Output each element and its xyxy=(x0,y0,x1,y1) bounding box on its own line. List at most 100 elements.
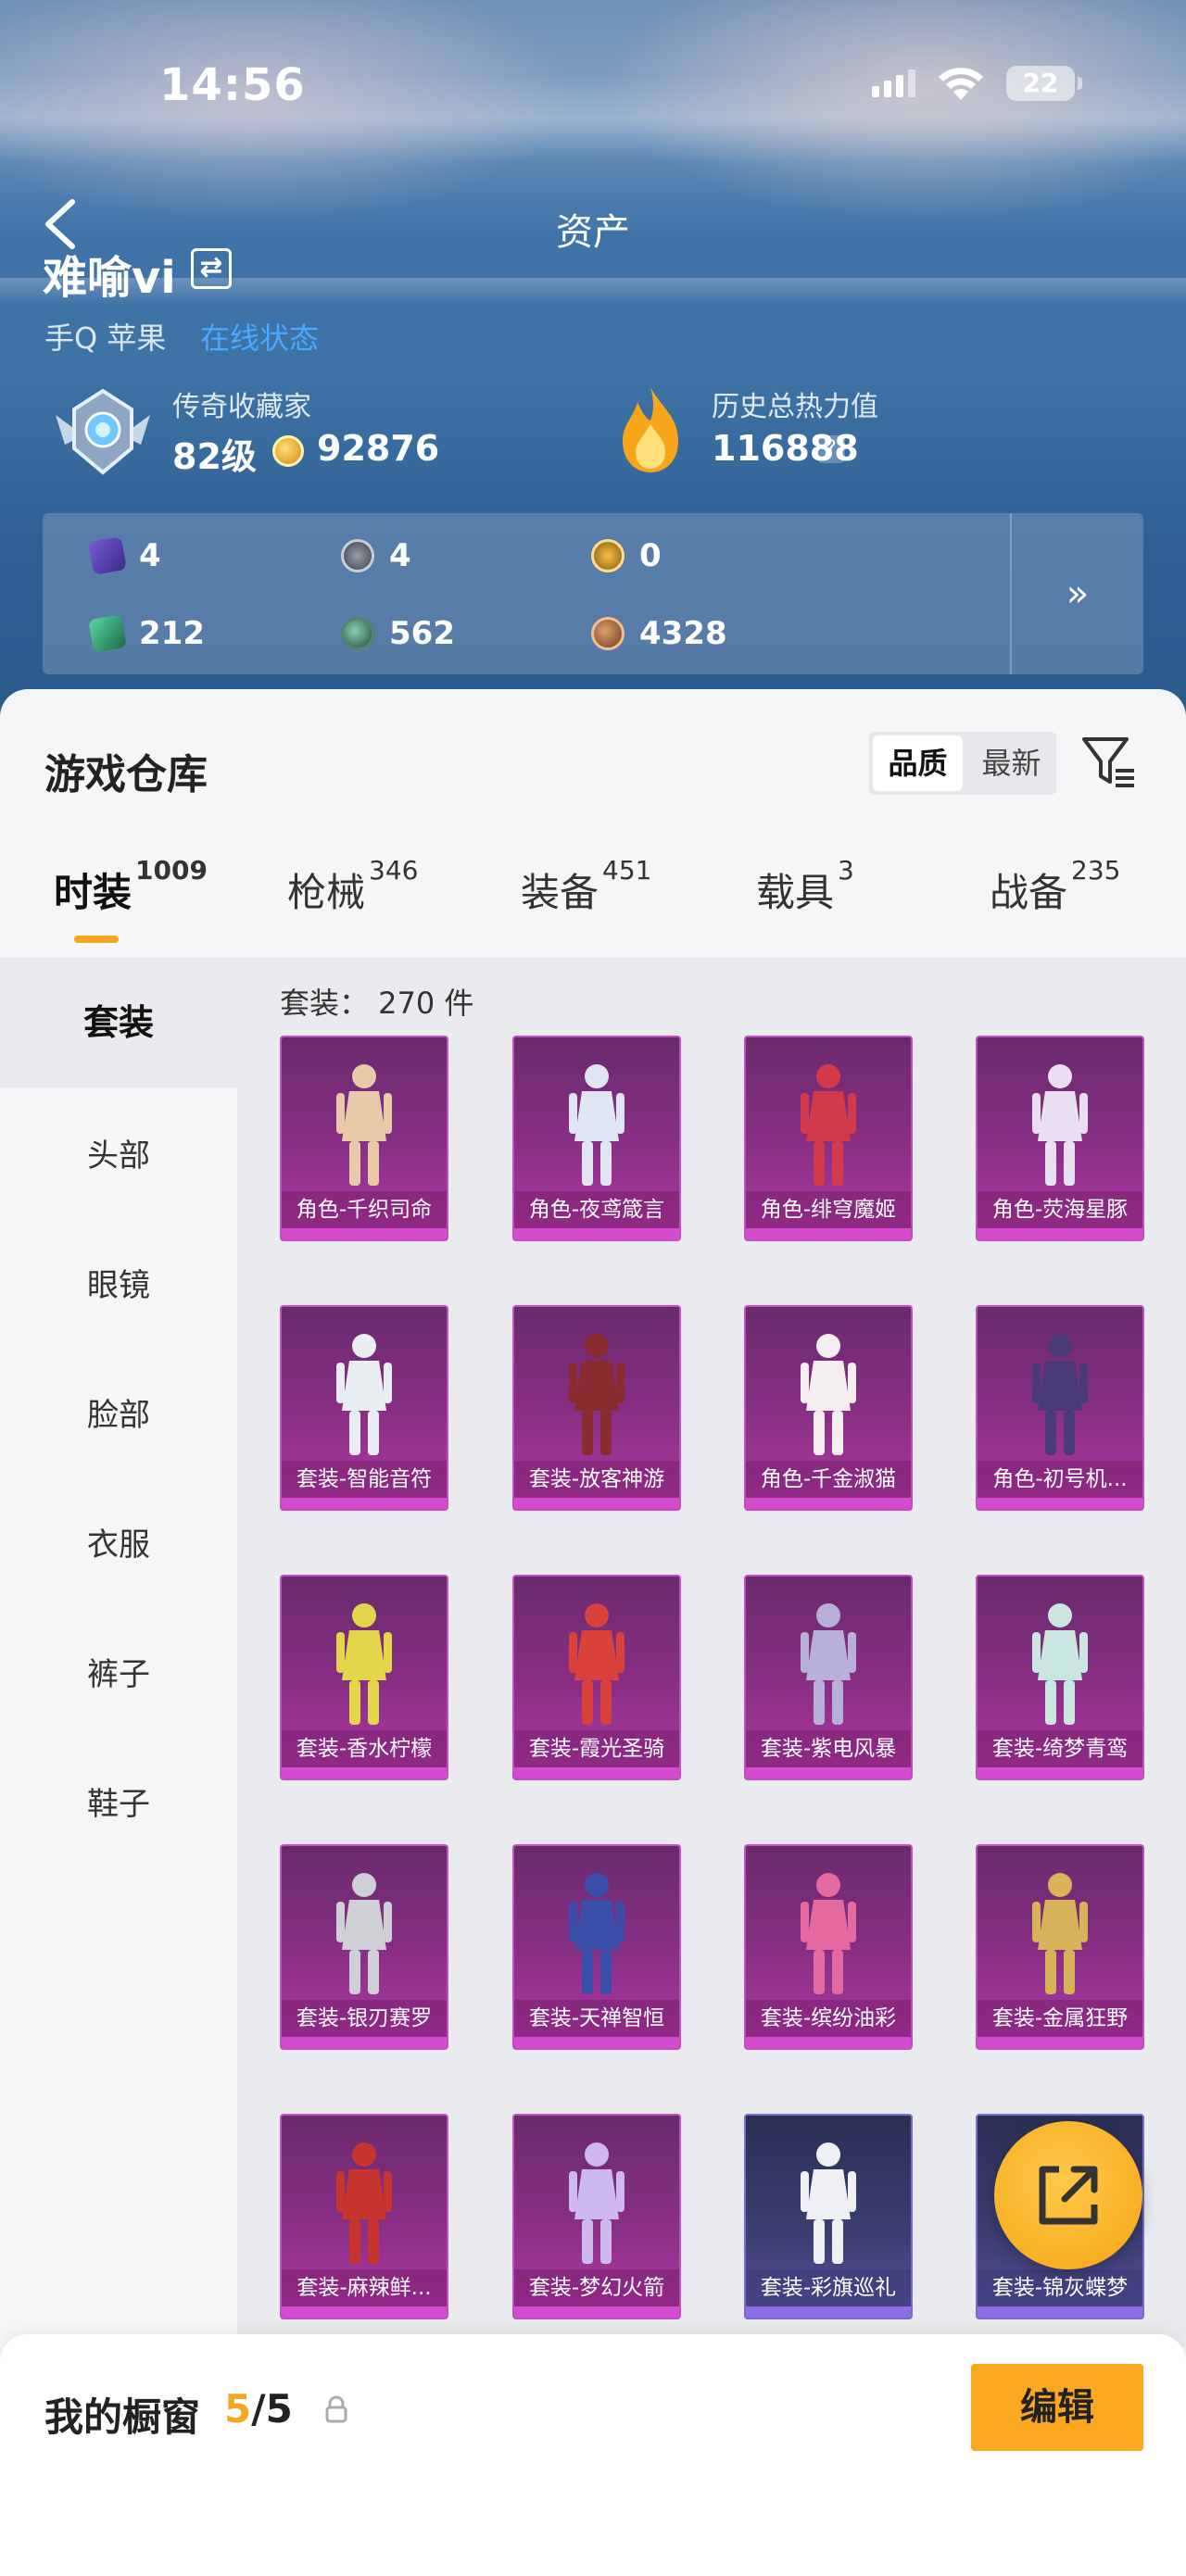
outfit-figure-icon xyxy=(569,2142,625,2264)
currency-item: 4328 xyxy=(591,615,727,652)
sort-latest-button[interactable]: 最新 xyxy=(966,732,1056,795)
currency-item: 212 xyxy=(88,614,205,653)
battery-icon: 22 xyxy=(1006,66,1082,101)
outfit-figure-icon xyxy=(801,1334,856,1455)
outfit-figure-icon xyxy=(336,1873,392,1994)
item-card[interactable]: 角色-千织司命 xyxy=(280,1036,448,1241)
item-label: 套装-缤纷油彩 xyxy=(746,2000,911,2037)
side-item-glasses[interactable]: 眼镜 xyxy=(0,1260,237,1305)
rarity-bar xyxy=(746,2037,911,2048)
item-card[interactable]: 套装-彩旗巡礼 xyxy=(744,2114,913,2319)
rarity-bar xyxy=(514,1767,679,1778)
item-card[interactable]: 套装-紫电风暴 xyxy=(744,1575,913,1780)
item-card[interactable]: 套装-香水柠檬 xyxy=(280,1575,448,1780)
user-name: 难喻vi xyxy=(43,252,176,304)
side-item-shoes[interactable]: 鞋子 xyxy=(0,1778,237,1824)
item-card[interactable]: 套装-绮梦青鸾 xyxy=(976,1575,1144,1780)
rarity-bar xyxy=(978,1498,1142,1509)
tab-fashion[interactable]: 时装 1009 xyxy=(54,855,208,918)
item-card[interactable]: 角色-荧海星豚 xyxy=(976,1036,1144,1241)
item-card[interactable]: 套装-霞光圣骑 xyxy=(512,1575,681,1780)
outfit-figure-icon xyxy=(569,1064,625,1186)
item-card[interactable]: 套装-金属狂野 xyxy=(976,1844,1144,2050)
outfit-figure-icon xyxy=(1032,1603,1088,1725)
outfit-figure-icon xyxy=(1032,1064,1088,1186)
side-item-head[interactable]: 头部 xyxy=(0,1130,237,1175)
rarity-bar xyxy=(978,2037,1142,2048)
side-nav: 套装 头部 眼镜 脸部 衣服 裤子 鞋子 xyxy=(0,958,237,2347)
rarity-bar xyxy=(282,2306,447,2318)
item-label: 套装-梦幻火箭 xyxy=(514,2269,679,2306)
tab-firearms[interactable]: 枪械 346 xyxy=(287,855,418,918)
help-icon[interactable]: ? xyxy=(817,435,845,463)
item-label: 角色-绯穹魔姬 xyxy=(746,1191,911,1228)
item-label: 角色-千织司命 xyxy=(282,1191,447,1228)
item-card[interactable]: 套装-缤纷油彩 xyxy=(744,1844,913,2050)
tab-equipment[interactable]: 装备 451 xyxy=(521,855,651,918)
item-card[interactable]: 角色-夜鸢箴言 xyxy=(512,1036,681,1241)
side-item-clothes[interactable]: 衣服 xyxy=(0,1519,237,1564)
rarity-bar xyxy=(978,1767,1142,1778)
item-label: 套装-智能音符 xyxy=(282,1461,447,1498)
item-card[interactable]: 套装-智能音符 xyxy=(280,1305,448,1511)
rarity-bar xyxy=(746,2306,911,2318)
rarity-bar xyxy=(282,1228,447,1239)
item-label: 角色-初号机... xyxy=(978,1461,1142,1498)
currency-item: 4 xyxy=(341,537,411,574)
sort-quality-button[interactable]: 品质 xyxy=(873,735,963,791)
rarity-bar xyxy=(514,1498,679,1509)
item-card[interactable]: 角色-千金淑猫 xyxy=(744,1305,913,1511)
item-label: 套装-麻辣鲜... xyxy=(282,2269,447,2306)
item-card[interactable]: 角色-绯穹魔姬 xyxy=(744,1036,913,1241)
expand-button[interactable]: » xyxy=(1012,513,1143,674)
green-card-icon xyxy=(88,614,127,653)
item-card[interactable]: 套装-银刃赛罗 xyxy=(280,1844,448,2050)
sort-toggle: 品质 最新 xyxy=(869,732,1056,795)
item-card[interactable]: 套装-麻辣鲜... xyxy=(280,2114,448,2319)
item-card[interactable]: 套装-放客神游 xyxy=(512,1305,681,1511)
share-button[interactable] xyxy=(994,2121,1142,2269)
item-label: 套装-金属狂野 xyxy=(978,2000,1142,2037)
tab-supplies[interactable]: 战备 235 xyxy=(990,855,1120,918)
collector-level: 82级 xyxy=(172,436,257,477)
outfit-figure-icon xyxy=(801,1603,856,1725)
signal-icon xyxy=(872,69,915,97)
rarity-bar xyxy=(282,1767,447,1778)
rarity-bar xyxy=(978,2306,1142,2318)
item-label: 角色-荧海星豚 xyxy=(978,1191,1142,1228)
item-label: 套装-天禅智恒 xyxy=(514,2000,679,2037)
currency-item: 4 xyxy=(88,536,161,575)
currency-item: 562 xyxy=(341,615,455,652)
side-item-pants[interactable]: 裤子 xyxy=(0,1649,237,1694)
collector-title: 传奇收藏家 xyxy=(172,391,311,423)
showcase-title: 我的橱窗 xyxy=(44,2394,201,2440)
side-item-suits[interactable]: 套装 xyxy=(0,958,237,1087)
rarity-bar xyxy=(282,2037,447,2048)
item-label: 套装-银刃赛罗 xyxy=(282,2000,447,2037)
rarity-bar xyxy=(514,2306,679,2318)
item-label: 套装-锦灰蝶梦 xyxy=(978,2269,1142,2306)
switch-account-icon[interactable]: ⇄ xyxy=(191,248,232,289)
warehouse-title: 游戏仓库 xyxy=(44,751,208,798)
outfit-figure-icon xyxy=(1032,1334,1088,1455)
outfit-figure-icon xyxy=(569,1334,625,1455)
online-status-link[interactable]: 在线状态 xyxy=(200,315,319,358)
outfit-figure-icon xyxy=(569,1603,625,1725)
showcase-count: 5/5 xyxy=(224,2386,293,2431)
tab-vehicles[interactable]: 载具 3 xyxy=(756,855,854,918)
item-card[interactable]: 角色-初号机... xyxy=(976,1305,1144,1511)
page-title: 资产 xyxy=(556,211,630,254)
silver-coin-icon xyxy=(341,539,374,572)
outfit-figure-icon xyxy=(336,1064,392,1186)
edit-button[interactable]: 编辑 xyxy=(971,2364,1143,2451)
lock-icon xyxy=(325,2395,347,2423)
filter-icon[interactable] xyxy=(1080,734,1138,791)
item-card[interactable]: 套装-梦幻火箭 xyxy=(512,2114,681,2319)
heat-title: 历史总热力值 xyxy=(712,391,878,423)
item-card[interactable]: 套装-天禅智恒 xyxy=(512,1844,681,2050)
side-item-face[interactable]: 脸部 xyxy=(0,1389,237,1435)
item-label: 套装-放客神游 xyxy=(514,1461,679,1498)
bronze-coin-icon xyxy=(591,617,625,650)
flame-icon xyxy=(623,387,678,472)
rarity-bar xyxy=(514,1228,679,1239)
